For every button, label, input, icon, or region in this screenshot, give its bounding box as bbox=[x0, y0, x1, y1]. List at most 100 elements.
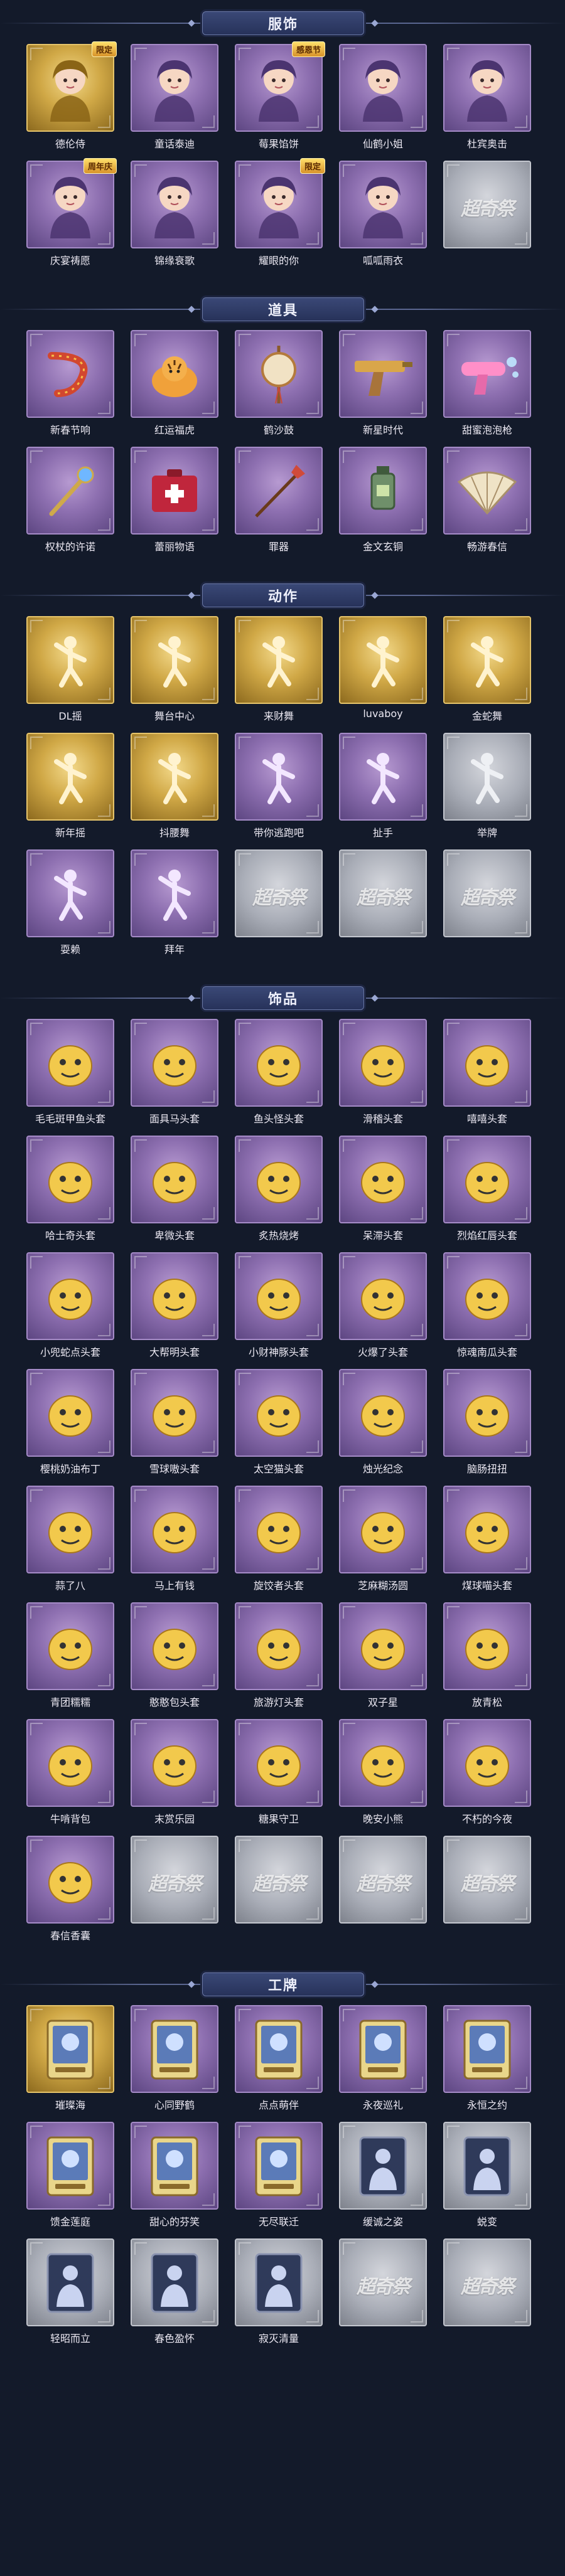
reward-item-card[interactable]: 樱桃奶油布丁 bbox=[26, 1369, 114, 1475]
reward-item-card[interactable]: 放青松 bbox=[443, 1602, 531, 1708]
reward-item-card[interactable]: 拜年 bbox=[131, 849, 218, 955]
reward-item-card[interactable]: 蒜了八 bbox=[26, 1486, 114, 1592]
reward-item-card[interactable]: 旅游灯头套 bbox=[235, 1602, 323, 1708]
head-accessory-icon bbox=[249, 1267, 309, 1329]
reward-item-card[interactable]: 限定 耀眼的你 bbox=[235, 158, 325, 267]
reward-item-card[interactable]: 带你逃跑吧 bbox=[235, 733, 323, 839]
reward-item-card[interactable]: 甜蜜泡泡枪 bbox=[443, 330, 531, 436]
item-frame bbox=[443, 330, 531, 418]
reward-item-card[interactable]: 火爆了头套 bbox=[339, 1252, 427, 1358]
reward-item-card[interactable]: 扯手 bbox=[339, 733, 427, 839]
reward-item-card[interactable]: 点点萌伴 bbox=[235, 2005, 323, 2111]
reward-item-card[interactable]: 超奇祭 bbox=[443, 1836, 531, 1941]
reward-item-card[interactable]: 芝麻糊汤圆 bbox=[339, 1486, 427, 1592]
reward-item-card[interactable]: 憨憨包头套 bbox=[131, 1602, 218, 1708]
reward-item-card[interactable]: 超奇祭 bbox=[339, 849, 427, 955]
reward-item-card[interactable]: 舞台中心 bbox=[131, 616, 218, 722]
diamond-ornament-icon bbox=[371, 994, 379, 1002]
frame-corner bbox=[98, 804, 110, 817]
reward-item-card[interactable]: 滑稽头套 bbox=[339, 1019, 427, 1125]
reward-item-card[interactable]: 新年摇 bbox=[26, 733, 114, 839]
reward-item-card[interactable]: 呆滞头套 bbox=[339, 1136, 427, 1242]
reward-item-card[interactable]: 轻昭而立 bbox=[26, 2238, 114, 2344]
reward-item-card[interactable]: 春信香囊 bbox=[26, 1836, 114, 1942]
head-accessory-icon bbox=[353, 1617, 413, 1679]
reward-item-card[interactable]: 仙鹤小姐 bbox=[339, 44, 427, 150]
reward-item-card[interactable]: 永夜巡礼 bbox=[339, 2005, 427, 2111]
reward-item-card[interactable]: 来财舞 bbox=[235, 616, 323, 722]
reward-item-card[interactable]: 糖果守卫 bbox=[235, 1719, 323, 1825]
reward-item-card[interactable]: 金文玄铜 bbox=[339, 447, 427, 553]
reward-item-card[interactable]: 杜宾奥击 bbox=[443, 44, 531, 150]
reward-item-card[interactable]: 太空猫头套 bbox=[235, 1369, 323, 1475]
reward-item-card[interactable]: 新星时代 bbox=[339, 330, 427, 436]
reward-item-card[interactable]: 甜心的芬笑 bbox=[131, 2122, 218, 2228]
reward-item-card[interactable]: 超奇祭 bbox=[235, 849, 323, 955]
reward-item-card[interactable]: 金蛇舞 bbox=[443, 616, 531, 722]
reward-item-card[interactable]: 卑微头套 bbox=[131, 1136, 218, 1242]
reward-item-card[interactable]: 权杖的许诺 bbox=[26, 447, 114, 553]
reward-item-card[interactable]: 呱呱雨衣 bbox=[339, 161, 427, 267]
reward-item-card[interactable]: 周年庆 庆宴祷愿 bbox=[26, 158, 117, 267]
reward-item-card[interactable]: 面具马头套 bbox=[131, 1019, 218, 1125]
reward-item-card[interactable]: 超奇祭 bbox=[443, 849, 531, 955]
reward-item-card[interactable]: 馈金莲庭 bbox=[26, 2122, 114, 2228]
reward-item-card[interactable]: 马上有钱 bbox=[131, 1486, 218, 1592]
reward-item-card[interactable]: 双子星 bbox=[339, 1602, 427, 1708]
item-name: 惊魂南瓜头套 bbox=[456, 1346, 517, 1358]
reward-item-card[interactable]: 超奇祭 bbox=[131, 1836, 218, 1941]
reward-item-card[interactable]: 畅游春信 bbox=[443, 447, 531, 553]
reward-item-card[interactable]: 锦缘衰歌 bbox=[131, 161, 218, 267]
reward-item-card[interactable]: 超奇祭 bbox=[339, 1836, 427, 1941]
reward-item-card[interactable]: 哈士奇头套 bbox=[26, 1136, 114, 1242]
reward-item-card[interactable]: 嘻嘻头套 bbox=[443, 1019, 531, 1125]
reward-item-card[interactable]: 毛毛斑甲鱼头套 bbox=[26, 1019, 114, 1125]
reward-item-card[interactable]: 璀璨海 bbox=[26, 2005, 114, 2111]
reward-item-card[interactable]: 小财神豚头套 bbox=[235, 1252, 323, 1358]
reward-item-card[interactable]: 惊魂南瓜头套 bbox=[443, 1252, 531, 1358]
reward-item-card[interactable]: 烈焰红唇头套 bbox=[443, 1136, 531, 1242]
reward-item-card[interactable]: 晚安小熊 bbox=[339, 1719, 427, 1825]
reward-item-card[interactable]: 蜕变 bbox=[443, 2122, 531, 2228]
reward-item-card[interactable]: 举牌 bbox=[443, 733, 531, 839]
reward-item-card[interactable]: 雪球嗷头套 bbox=[131, 1369, 218, 1475]
reward-item-card[interactable]: 超奇祭 bbox=[443, 161, 531, 266]
reward-item-card[interactable]: 红运福虎 bbox=[131, 330, 218, 436]
reward-item-card[interactable]: 烛光纪念 bbox=[339, 1369, 427, 1475]
reward-item-card[interactable]: 超奇祭 bbox=[339, 2238, 427, 2344]
reward-item-card[interactable]: 小兜蛇点头套 bbox=[26, 1252, 114, 1358]
reward-item-card[interactable]: 蕾丽物语 bbox=[131, 447, 218, 553]
reward-item-card[interactable]: 无尽联迁 bbox=[235, 2122, 323, 2228]
reward-item-card[interactable]: 青团糯糯 bbox=[26, 1602, 114, 1708]
reward-item-card[interactable]: 寂灭清量 bbox=[235, 2238, 323, 2344]
reward-item-card[interactable]: luvaboy bbox=[339, 616, 427, 721]
reward-item-card[interactable]: 脑肠扭扭 bbox=[443, 1369, 531, 1475]
reward-item-card[interactable]: 罪器 bbox=[235, 447, 323, 553]
frame-corner bbox=[306, 2077, 319, 2089]
reward-item-card[interactable]: 不朽的今夜 bbox=[443, 1719, 531, 1825]
reward-item-card[interactable]: 超奇祭 bbox=[443, 2238, 531, 2344]
reward-item-card[interactable]: 超奇祭 bbox=[235, 1836, 323, 1941]
reward-item-card[interactable]: 永恒之约 bbox=[443, 2005, 531, 2111]
reward-item-card[interactable]: 心同野鹤 bbox=[131, 2005, 218, 2111]
reward-item-card[interactable]: 耍赖 bbox=[26, 849, 114, 955]
reward-item-card[interactable]: 新春节响 bbox=[26, 330, 114, 436]
reward-item-card[interactable]: 缓诚之姿 bbox=[339, 2122, 427, 2228]
reward-item-card[interactable]: 感恩节 莓果馅饼 bbox=[235, 41, 325, 150]
reward-item-card[interactable]: 大帮明头套 bbox=[131, 1252, 218, 1358]
reward-item-card[interactable]: DL摇 bbox=[26, 616, 114, 722]
reward-item-card[interactable]: 旋饺者头套 bbox=[235, 1486, 323, 1592]
reward-item-card[interactable]: 限定 德伦侍 bbox=[26, 41, 117, 150]
reward-item-card[interactable]: 鹤沙鼓 bbox=[235, 330, 323, 436]
reward-item-card[interactable]: 炙热烧烤 bbox=[235, 1136, 323, 1242]
item-name: 永恒之约 bbox=[466, 2099, 507, 2111]
item-frame bbox=[131, 447, 218, 535]
reward-item-card[interactable]: 抖腰舞 bbox=[131, 733, 218, 839]
reward-item-card[interactable]: 童话泰迪 bbox=[131, 44, 218, 150]
item-frame bbox=[235, 1252, 323, 1340]
reward-item-card[interactable]: 末赏乐园 bbox=[131, 1719, 218, 1825]
reward-item-card[interactable]: 煤球喵头套 bbox=[443, 1486, 531, 1592]
reward-item-card[interactable]: 春色盈怀 bbox=[131, 2238, 218, 2344]
reward-item-card[interactable]: 牛啃背包 bbox=[26, 1719, 114, 1825]
reward-item-card[interactable]: 鱼头怪头套 bbox=[235, 1019, 323, 1125]
